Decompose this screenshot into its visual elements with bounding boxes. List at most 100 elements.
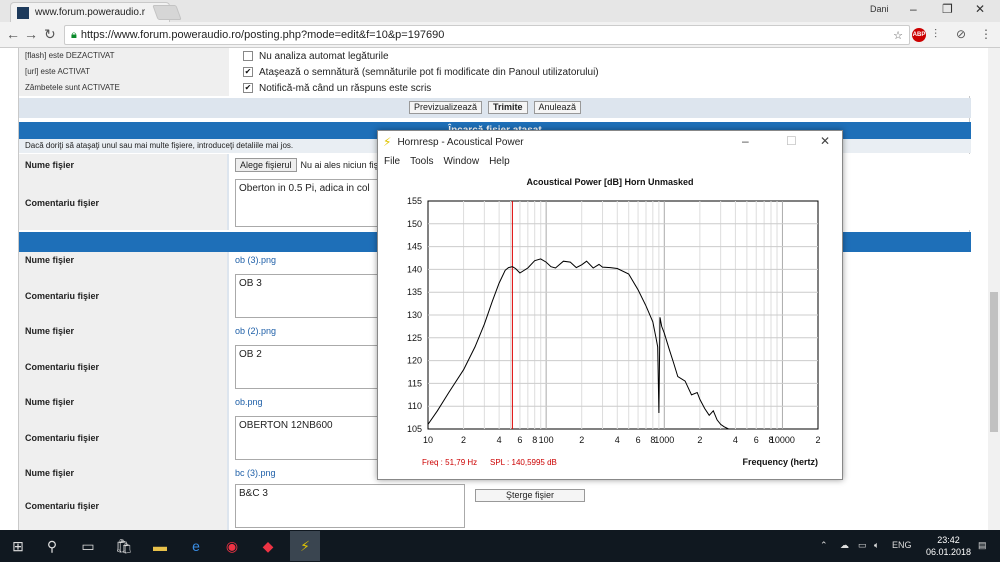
- lock-icon: 🔒︎: [71, 28, 77, 41]
- restore-icon[interactable]: ❐: [942, 2, 953, 16]
- y-tick-label: 125: [407, 333, 422, 343]
- edge-icon[interactable]: e: [186, 536, 206, 556]
- y-tick-label: 135: [407, 287, 422, 297]
- address-bar[interactable]: 🔒︎ https://www.forum.poweraudio.ro/posti…: [64, 25, 910, 45]
- equalizer-icon[interactable]: ⫶: [934, 27, 937, 42]
- back-icon[interactable]: ←: [6, 26, 20, 42]
- forward-icon[interactable]: →: [24, 26, 38, 42]
- x-tick-label: 10: [423, 435, 433, 445]
- option-checkbox[interactable]: ✔: [243, 83, 253, 93]
- profile-name[interactable]: Dani: [870, 4, 889, 14]
- menu-window[interactable]: Window: [443, 156, 479, 167]
- hr-maximize-icon[interactable]: ☐: [786, 134, 797, 148]
- task-view-icon[interactable]: ▭: [78, 536, 98, 556]
- x-axis-label: Frequency (hertz): [742, 457, 818, 467]
- block-icon[interactable]: ⊘: [956, 27, 966, 41]
- attachment-comment[interactable]: OB 2: [235, 344, 385, 389]
- battery-icon[interactable]: ▭: [858, 540, 867, 551]
- comment-label: Comentariu fişier: [19, 268, 227, 323]
- x-tick-label: 6: [517, 435, 522, 445]
- notification-icon[interactable]: ▤: [978, 540, 987, 551]
- x-tick-label: 100: [539, 435, 554, 445]
- x-tick-label: 4: [497, 435, 502, 445]
- hr-minimize-icon[interactable]: –: [742, 134, 749, 148]
- toolbar: ← → ↻ 🔒︎ https://www.forum.poweraudio.ro…: [0, 22, 1000, 48]
- hornresp-app-icon: ⚡︎: [383, 135, 392, 149]
- network-icon[interactable]: ☁︎: [840, 540, 849, 551]
- volume-icon[interactable]: 🔈︎: [874, 540, 879, 551]
- page-scrollbar[interactable]: [988, 48, 1000, 530]
- star-icon[interactable]: ☆: [893, 29, 903, 42]
- menu-icon[interactable]: ⋮: [980, 27, 992, 41]
- hornresp-titlebar[interactable]: ⚡︎ Hornresp - Acoustical Power – ☐ ✕: [378, 131, 842, 153]
- comment-label: Comentariu fişier: [19, 339, 227, 394]
- comment-label: Comentariu fişier: [19, 481, 227, 530]
- x-tick-label: 6: [636, 435, 641, 445]
- attachment-link[interactable]: ob.png: [235, 397, 263, 407]
- browser-tab[interactable]: www.forum.poweraudio.r ×: [10, 2, 170, 22]
- option-label: Nu analiza automat legăturile: [259, 50, 389, 62]
- delete-file-button[interactable]: Şterge fişier: [475, 489, 585, 502]
- windows-taskbar: ⊞ ⚲ ▭ 🛍︎ ▬ e ◉ ◆ ⚡︎ ⌃ ☁︎ ▭ 🔈︎ ENG 23:42 …: [0, 530, 1000, 562]
- preview-button[interactable]: Previzualizează: [408, 101, 482, 114]
- hornresp-window: ⚡︎ Hornresp - Acoustical Power – ☐ ✕ Fil…: [377, 130, 843, 480]
- y-tick-label: 120: [407, 356, 422, 366]
- freq-readout: Freq : 51,79 Hz: [422, 458, 477, 467]
- attachment-comment[interactable]: OB 3: [235, 273, 385, 318]
- menu-tools[interactable]: Tools: [410, 156, 433, 167]
- acoustical-power-chart: Acoustical Power [dB] Horn Unmasked Freq…: [407, 177, 821, 467]
- menu-help[interactable]: Help: [489, 156, 510, 167]
- x-tick-label: 4: [615, 435, 620, 445]
- option-checkbox[interactable]: [243, 51, 253, 61]
- language-indicator[interactable]: ENG: [892, 540, 912, 550]
- x-tick-label: 2: [697, 435, 702, 445]
- x-tick-label: 2: [461, 435, 466, 445]
- clock-date: 06.01.2018: [926, 547, 972, 557]
- reload-icon[interactable]: ↻: [44, 26, 56, 43]
- search-icon[interactable]: ⚲: [42, 536, 62, 556]
- browse-button[interactable]: Alege fişierul: [235, 158, 297, 172]
- y-tick-label: 150: [407, 219, 422, 229]
- submit-button[interactable]: Trimite: [487, 101, 528, 114]
- x-tick-label: 10000: [770, 435, 795, 445]
- menu-file[interactable]: File: [384, 156, 400, 167]
- store-icon[interactable]: 🛍︎: [114, 536, 134, 556]
- option-label: Notifică-mă când un răspuns este scris: [259, 82, 432, 94]
- system-clock[interactable]: 23:42 06.01.2018: [926, 534, 971, 558]
- hr-close-icon[interactable]: ✕: [820, 134, 830, 148]
- scrollbar-thumb[interactable]: [990, 292, 998, 432]
- file-label: Nume fişier: [19, 394, 227, 410]
- cancel-button[interactable]: Anulează: [533, 101, 582, 114]
- hornresp-title: Hornresp - Acoustical Power: [397, 136, 524, 148]
- attachment-link[interactable]: ob (3).png: [235, 255, 276, 265]
- x-tick-label: 2: [815, 435, 820, 445]
- attachment-link[interactable]: bc (3).png: [235, 468, 276, 478]
- comment-label: Comentariu fişier: [19, 410, 227, 465]
- y-tick-label: 145: [407, 242, 422, 252]
- no-file-text: Nu ai ales niciun fiş: [300, 160, 379, 170]
- y-tick-label: 155: [407, 196, 422, 206]
- file-label: Nume fişier: [19, 252, 227, 268]
- x-tick-label: 8: [532, 435, 537, 445]
- attachment-comment[interactable]: B&C 3: [235, 483, 465, 528]
- browser-tabstrip: www.forum.poweraudio.r × Dani – ❐ ✕: [0, 0, 1000, 22]
- hornresp-taskbar-icon[interactable]: ⚡︎: [290, 531, 320, 561]
- file-label: Nume fişier: [19, 154, 227, 176]
- option-label: Ataşează o semnătură (semnăturile pot fi…: [259, 66, 599, 78]
- new-tab-button[interactable]: [152, 5, 182, 20]
- y-tick-label: 130: [407, 310, 422, 320]
- file-explorer-icon[interactable]: ▬: [150, 536, 170, 556]
- chrome-icon[interactable]: ◉: [222, 536, 242, 556]
- adblock-icon[interactable]: ABP: [912, 28, 926, 42]
- app-icon[interactable]: ◆: [258, 536, 278, 556]
- option-row: Zâmbetele sunt ACTIVATE ✔ Notifică-mă cân…: [19, 80, 971, 96]
- attachment-link[interactable]: ob (2).png: [235, 326, 276, 336]
- site-favicon-icon: [17, 6, 29, 19]
- attachment-comment[interactable]: OBERTON 12NB600: [235, 415, 385, 460]
- url-text: https://www.forum.poweraudio.ro/posting.…: [80, 29, 445, 41]
- start-icon[interactable]: ⊞: [8, 536, 28, 556]
- option-checkbox[interactable]: ✔: [243, 67, 253, 77]
- close-window-icon[interactable]: ✕: [975, 2, 985, 16]
- minimize-icon[interactable]: –: [910, 2, 917, 16]
- tray-chevron-icon[interactable]: ⌃: [820, 540, 828, 551]
